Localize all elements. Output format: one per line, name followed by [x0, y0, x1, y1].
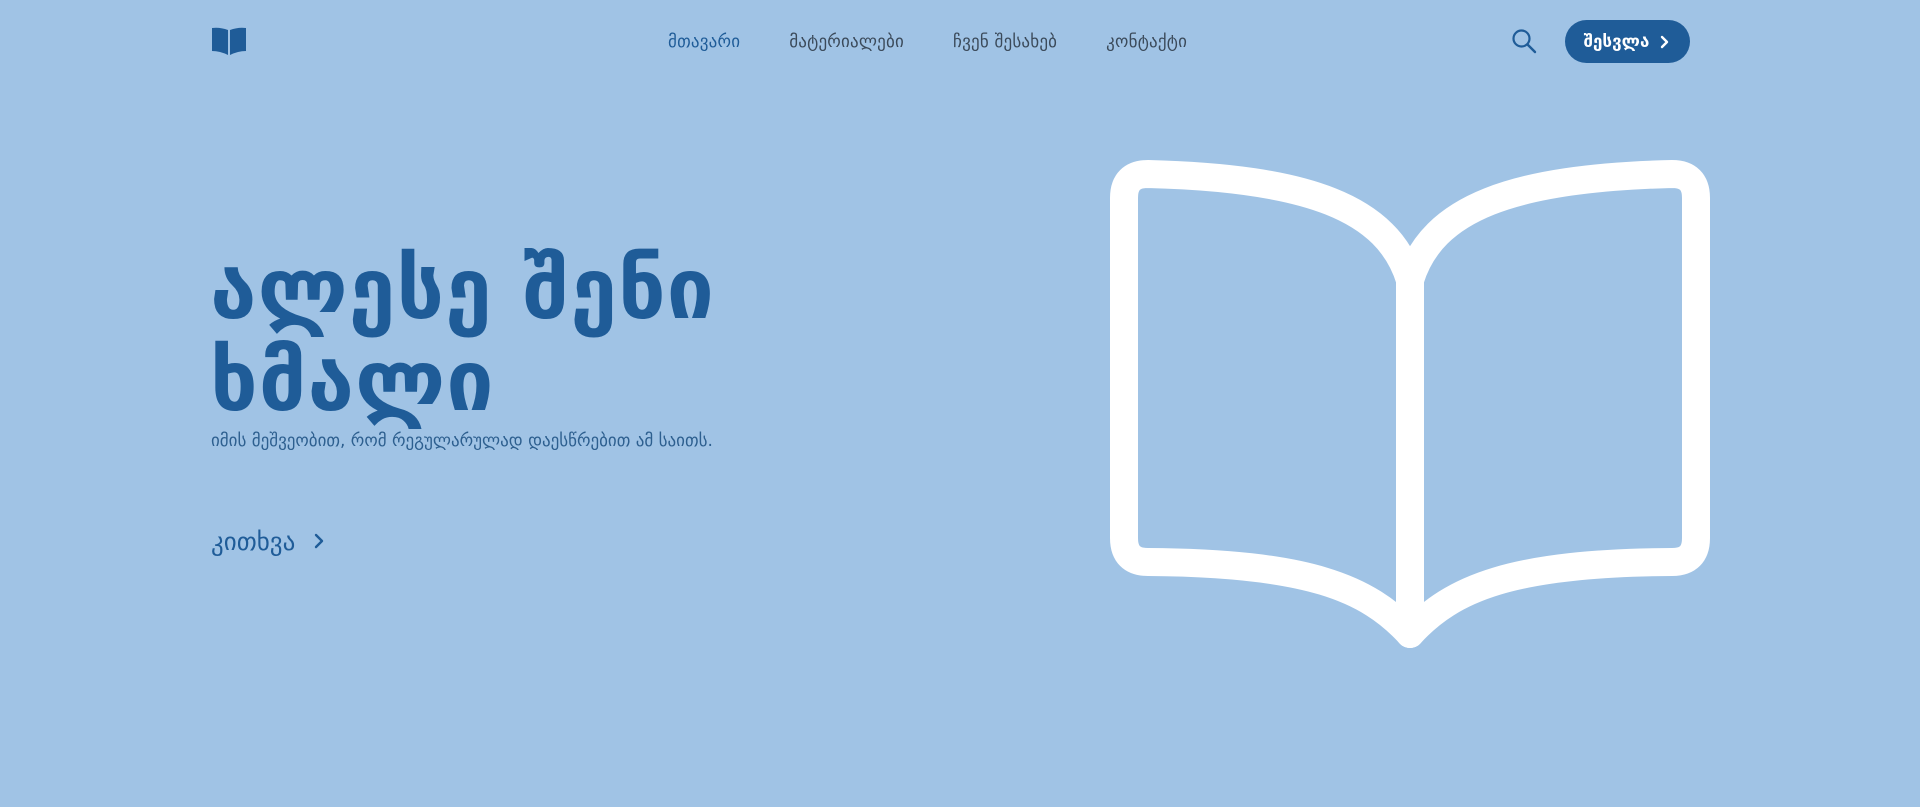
hero-title: ალესე შენი ხმალი	[210, 243, 810, 427]
login-button[interactable]: შესვლა	[1565, 20, 1690, 63]
nav-item-contact[interactable]: კონტაქტი	[1106, 32, 1187, 52]
nav-item-home[interactable]: მთავარი	[668, 32, 740, 52]
page: მთავარი მატერიალები ჩვენ შესახებ კონტაქტ…	[0, 0, 1920, 807]
nav-item-about[interactable]: ჩვენ შესახებ	[953, 32, 1057, 52]
open-book-icon	[1110, 160, 1710, 648]
hero-title-line-2: ხმალი	[210, 332, 495, 430]
login-button-label: შესვლა	[1583, 31, 1650, 52]
read-link-label: კითხვა	[211, 526, 296, 556]
read-link[interactable]: კითხვა	[211, 525, 325, 557]
main-nav: მთავარი მატერიალები ჩვენ შესახებ კონტაქტ…	[668, 30, 1187, 54]
hero-title-line-1: ალესე შენი	[210, 240, 716, 338]
chevron-right-icon	[1661, 35, 1669, 48]
nav-item-materials[interactable]: მატერიალები	[789, 32, 904, 52]
book-icon[interactable]	[211, 26, 247, 56]
search-icon[interactable]	[1511, 28, 1537, 54]
hero-subtitle: იმის მეშვეობით, რომ რეგულარულად დაესწრებ…	[211, 431, 713, 451]
chevron-right-icon	[315, 533, 324, 549]
